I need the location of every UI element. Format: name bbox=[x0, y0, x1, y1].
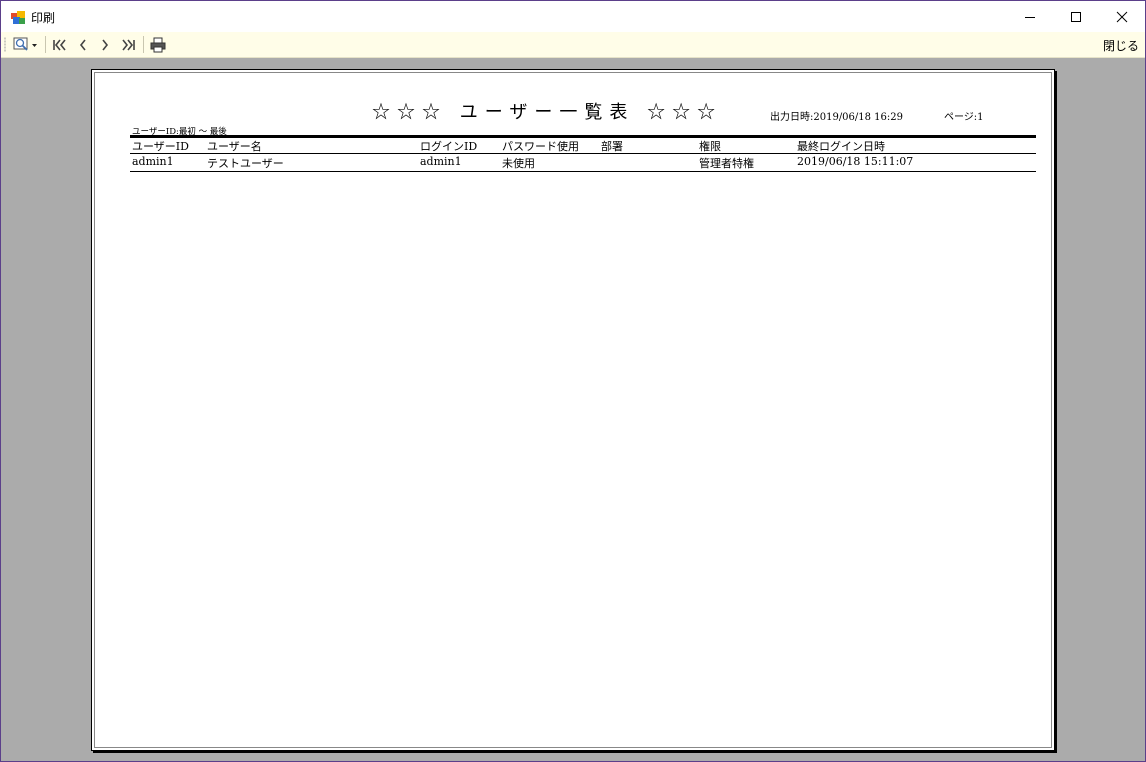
zoom-dropdown-button[interactable] bbox=[12, 35, 40, 54]
previous-page-button[interactable] bbox=[75, 35, 91, 54]
last-page-icon bbox=[122, 39, 135, 50]
column-header: ユーザー名 bbox=[207, 140, 262, 153]
table-cell: 未使用 bbox=[502, 157, 535, 170]
minimize-button[interactable] bbox=[1007, 1, 1053, 32]
column-header: ユーザーID bbox=[132, 140, 189, 153]
maximize-icon bbox=[1071, 11, 1081, 22]
maximize-button[interactable] bbox=[1053, 1, 1099, 32]
toolbar-grip[interactable] bbox=[4, 37, 6, 52]
column-header: パスワード使用 bbox=[502, 140, 579, 153]
minimize-icon bbox=[1025, 16, 1035, 18]
table-cell: admin1 bbox=[132, 155, 174, 168]
chevron-left-icon bbox=[79, 39, 86, 50]
close-preview-button[interactable]: 閉じる bbox=[1103, 37, 1139, 54]
report-title: ☆☆☆ ユーザー一覧表 ☆☆☆ bbox=[372, 102, 723, 123]
print-button[interactable] bbox=[149, 35, 167, 54]
close-icon bbox=[1116, 11, 1128, 22]
table-cell: テストユーザー bbox=[207, 157, 284, 170]
print-preview-window: 印刷 閉じる ☆☆☆ ユーザー一覧表 ☆☆☆ 出力日時:2019/06/18 1… bbox=[0, 0, 1146, 762]
header-top-rule bbox=[130, 135, 1036, 138]
last-page-button[interactable] bbox=[119, 35, 137, 54]
page-margin-frame bbox=[94, 72, 1052, 748]
toolbar: 閉じる bbox=[1, 32, 1145, 58]
window-title: 印刷 bbox=[31, 11, 56, 25]
page-number: ページ:1 bbox=[944, 112, 984, 123]
output-datetime: 出力日時:2019/06/18 16:29 bbox=[770, 112, 904, 123]
printer-icon bbox=[150, 37, 166, 52]
column-header: ログインID bbox=[420, 140, 478, 153]
first-page-icon bbox=[53, 39, 66, 50]
title-bar: 印刷 bbox=[1, 1, 1145, 32]
toolbar-separator bbox=[143, 36, 144, 53]
zoom-icon bbox=[13, 37, 37, 51]
column-header: 最終ログイン日時 bbox=[797, 140, 885, 153]
column-header: 権限 bbox=[699, 140, 721, 153]
table-cell: 2019/06/18 15:11:07 bbox=[797, 155, 914, 168]
report-page: ☆☆☆ ユーザー一覧表 ☆☆☆ 出力日時:2019/06/18 16:29 ペー… bbox=[91, 69, 1055, 751]
table-cell: admin1 bbox=[420, 155, 462, 168]
toolbar-separator bbox=[45, 36, 46, 53]
table-cell: 管理者特権 bbox=[699, 157, 754, 170]
close-window-button[interactable] bbox=[1099, 1, 1145, 32]
chevron-right-icon bbox=[102, 39, 109, 50]
header-bottom-rule bbox=[130, 153, 1036, 154]
first-page-button[interactable] bbox=[51, 35, 69, 54]
next-page-button[interactable] bbox=[97, 35, 113, 54]
column-header: 部署 bbox=[601, 140, 623, 153]
app-icon bbox=[11, 10, 25, 24]
row-bottom-rule bbox=[130, 171, 1036, 172]
